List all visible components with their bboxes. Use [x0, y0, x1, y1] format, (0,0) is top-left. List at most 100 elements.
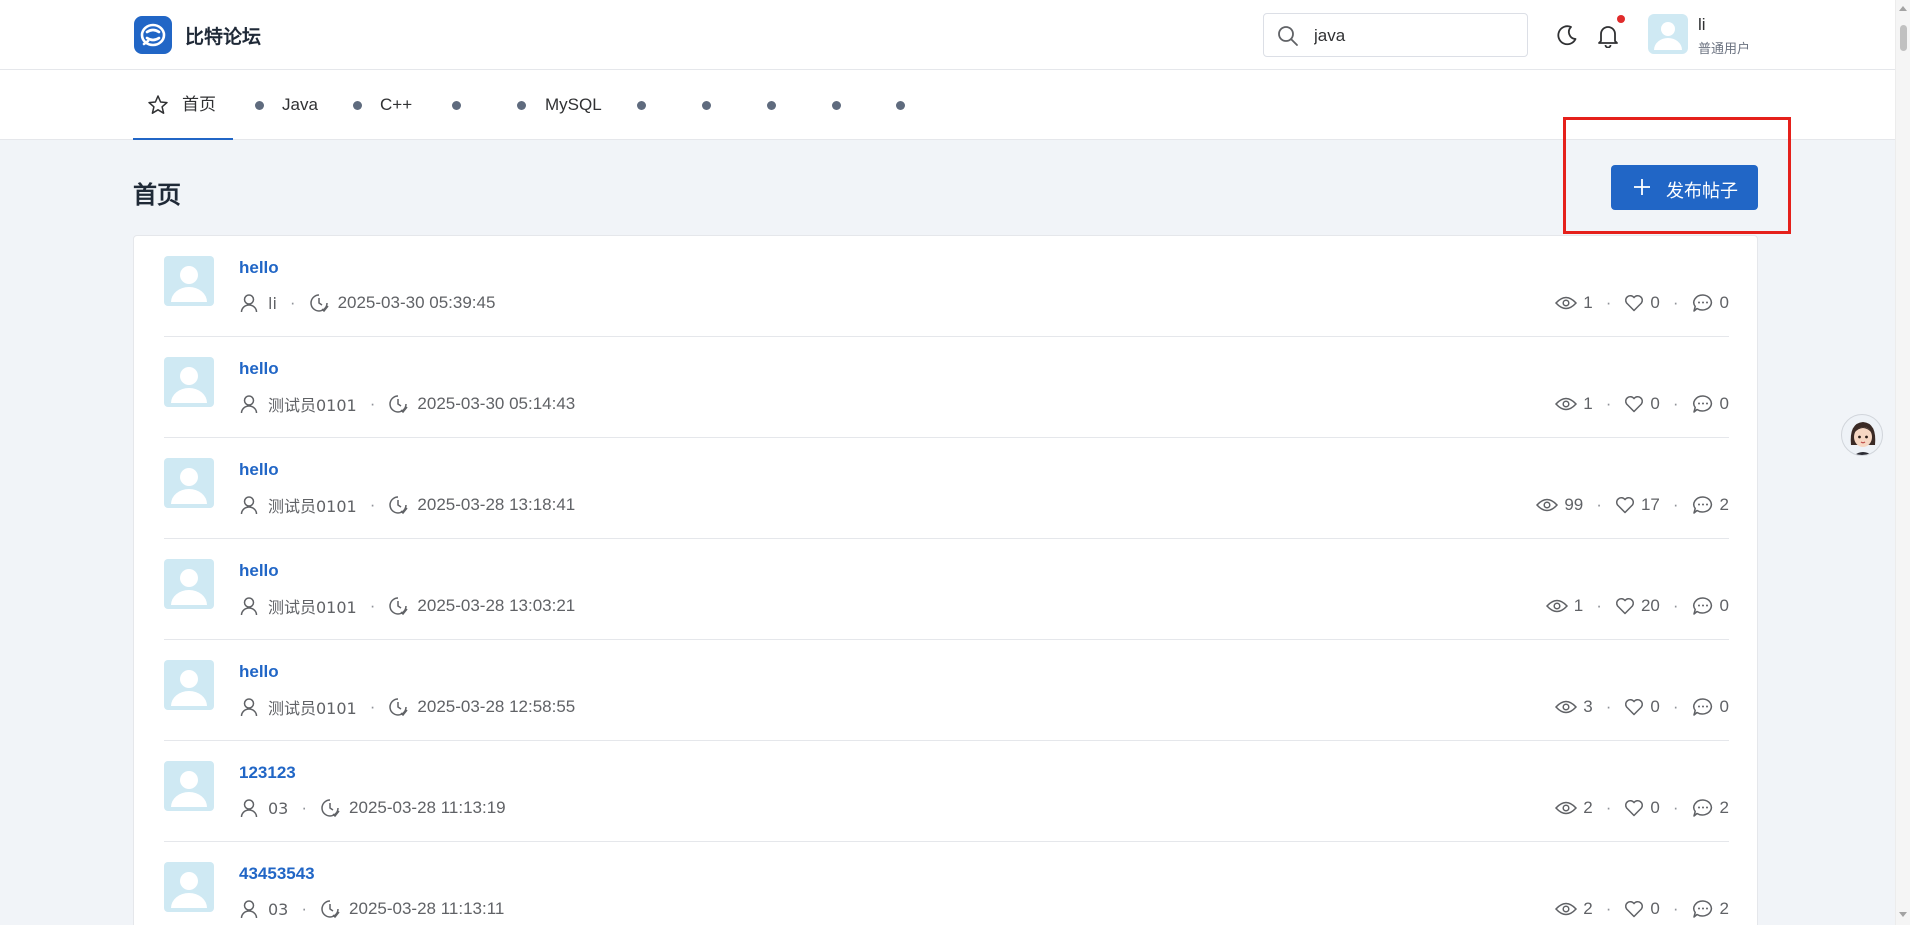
- nav-item-8[interactable]: [764, 70, 804, 140]
- nav-item-java[interactable]: Java: [252, 70, 322, 140]
- nav-item-4[interactable]: [449, 70, 489, 140]
- post-stats: 2 · 0 · 2: [1555, 897, 1729, 921]
- comment-count: 0: [1719, 596, 1729, 615]
- user-avatar[interactable]: [1648, 14, 1688, 54]
- post-title[interactable]: 123123: [239, 763, 296, 783]
- author-avatar[interactable]: [164, 559, 214, 609]
- separator-dot: ·: [369, 394, 376, 413]
- scroll-down-arrow-icon[interactable]: [1899, 912, 1907, 917]
- nav-label: Java: [282, 95, 318, 114]
- heart-icon[interactable]: [1624, 799, 1644, 817]
- comment-icon[interactable]: [1692, 596, 1714, 616]
- comment-icon[interactable]: [1692, 798, 1714, 818]
- user-icon: [240, 294, 258, 313]
- user-icon: [240, 900, 258, 919]
- post-meta: 测试员0101 · 2025-03-28 13:18:41: [239, 493, 575, 517]
- nav-item-cpp[interactable]: C++: [350, 70, 420, 140]
- post-author[interactable]: 测试员0101: [268, 493, 357, 517]
- post-item[interactable]: hello 测试员0101 · 2025-03-30 05:14:43 1 ·: [164, 337, 1729, 438]
- comment-icon[interactable]: [1692, 394, 1714, 414]
- post-title[interactable]: hello: [239, 258, 279, 278]
- separator-dot: ·: [1672, 293, 1679, 312]
- author-avatar[interactable]: [164, 761, 214, 811]
- post-title[interactable]: hello: [239, 460, 279, 480]
- separator-dot: ·: [369, 697, 376, 716]
- clock-icon: [389, 395, 408, 414]
- highlight-annotation: [1563, 117, 1791, 234]
- comment-icon[interactable]: [1692, 293, 1714, 313]
- forum-logo-icon[interactable]: [134, 16, 172, 54]
- notification-badge: [1617, 15, 1625, 23]
- dot-icon: [255, 101, 264, 110]
- post-title[interactable]: hello: [239, 662, 279, 682]
- nav-item-6[interactable]: [634, 70, 674, 140]
- clock-icon: [321, 799, 340, 818]
- bell-icon[interactable]: [1597, 24, 1619, 48]
- comment-icon[interactable]: [1692, 495, 1714, 515]
- author-avatar[interactable]: [164, 458, 214, 508]
- post-item[interactable]: hello 测试员0101 · 2025-03-28 13:03:21 1 ·: [164, 539, 1729, 640]
- heart-icon[interactable]: [1615, 496, 1635, 514]
- separator-dot: ·: [1672, 596, 1679, 615]
- post-title[interactable]: hello: [239, 359, 279, 379]
- page-scrollbar[interactable]: [1895, 0, 1910, 925]
- post-author[interactable]: 测试员0101: [268, 695, 357, 719]
- heart-icon[interactable]: [1615, 597, 1635, 615]
- author-avatar[interactable]: [164, 862, 214, 912]
- separator-dot: ·: [1672, 798, 1679, 817]
- comment-count: 0: [1719, 697, 1729, 716]
- nav-item-9[interactable]: [829, 70, 869, 140]
- comment-icon[interactable]: [1692, 697, 1714, 717]
- separator-dot: ·: [1605, 394, 1612, 413]
- view-count: 3: [1583, 697, 1593, 716]
- nav-item-7[interactable]: [699, 70, 739, 140]
- nav-item-10[interactable]: [893, 70, 933, 140]
- post-stats: 2 · 0 · 2: [1555, 796, 1729, 820]
- post-item[interactable]: 123123 03 · 2025-03-28 11:13:19 2 · 0 · …: [164, 741, 1729, 842]
- user-role: 普通用户: [1698, 42, 1751, 57]
- post-author[interactable]: 测试员0101: [268, 392, 357, 416]
- comment-icon[interactable]: [1692, 899, 1714, 919]
- brand-name[interactable]: 比特论坛: [185, 22, 261, 49]
- user-name[interactable]: li: [1698, 15, 1706, 35]
- moon-icon[interactable]: [1556, 24, 1578, 46]
- dot-icon: [637, 101, 646, 110]
- post-author[interactable]: 03: [268, 799, 288, 818]
- assistant-avatar[interactable]: [1841, 414, 1883, 456]
- post-stats: 1 · 0 · 0: [1555, 291, 1729, 315]
- like-count: 0: [1650, 899, 1660, 918]
- author-avatar[interactable]: [164, 357, 214, 407]
- clock-icon: [309, 294, 329, 313]
- post-author[interactable]: 03: [268, 900, 288, 919]
- clock-icon: [389, 496, 408, 515]
- view-count: 2: [1583, 899, 1593, 918]
- post-meta: 03 · 2025-03-28 11:13:11: [239, 897, 504, 921]
- heart-icon[interactable]: [1624, 294, 1644, 312]
- post-author[interactable]: li: [268, 294, 277, 313]
- nav-item-mysql[interactable]: MySQL: [514, 70, 604, 140]
- heart-icon[interactable]: [1624, 395, 1644, 413]
- author-avatar[interactable]: [164, 256, 214, 306]
- post-item[interactable]: hello 测试员0101 · 2025-03-28 12:58:55 3 ·: [164, 640, 1729, 741]
- post-title[interactable]: 43453543: [239, 864, 315, 884]
- page-title: 首页: [133, 181, 181, 209]
- search-input[interactable]: [1314, 24, 1514, 48]
- post-title[interactable]: hello: [239, 561, 279, 581]
- post-item[interactable]: hello li · 2025-03-30 05:39:45 1 · 0 · 0: [164, 236, 1729, 337]
- author-avatar[interactable]: [164, 660, 214, 710]
- search-box[interactable]: [1263, 13, 1528, 57]
- dot-icon: [832, 101, 841, 110]
- post-author[interactable]: 测试员0101: [268, 594, 357, 618]
- scroll-up-arrow-icon[interactable]: [1899, 6, 1907, 11]
- nav-item-home[interactable]: 首页: [133, 70, 233, 140]
- heart-icon[interactable]: [1624, 900, 1644, 918]
- separator-dot: ·: [301, 798, 308, 817]
- view-count: 2: [1583, 798, 1593, 817]
- like-count: 17: [1640, 495, 1660, 514]
- post-meta: 测试员0101 · 2025-03-30 05:14:43: [239, 392, 575, 416]
- heart-icon[interactable]: [1624, 698, 1644, 716]
- scroll-thumb[interactable]: [1900, 25, 1907, 51]
- post-item[interactable]: 43453543 03 · 2025-03-28 11:13:11 2 · 0 …: [164, 842, 1729, 925]
- post-item[interactable]: hello 测试员0101 · 2025-03-28 13:18:41 99 ·: [164, 438, 1729, 539]
- separator-dot: ·: [1605, 293, 1612, 312]
